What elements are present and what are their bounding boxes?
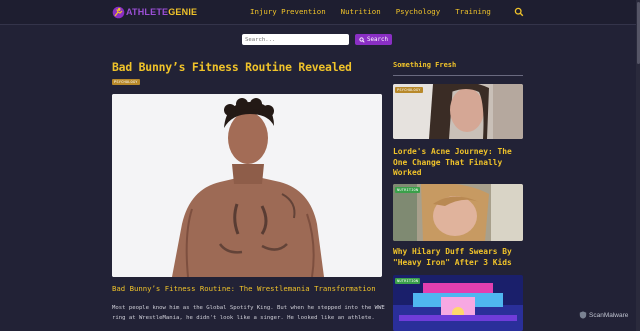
watermark-shield-icon (579, 311, 587, 319)
sidebar-card-title[interactable]: Lorde's Acne Journey: The One Change Tha… (393, 147, 528, 179)
search-icon[interactable] (514, 7, 524, 17)
article-title: Bad Bunny’s Fitness Routine Revealed (112, 60, 352, 74)
sidebar-title: Something Fresh (393, 61, 457, 69)
top-nav: ATHLETEGENIE Injury Prevention Nutrition… (0, 0, 640, 25)
article-subheading: Bad Bunny’s Fitness Routine: The Wrestle… (112, 284, 376, 293)
watermark: ScanMalware (579, 311, 628, 319)
nav-link-psychology[interactable]: Psychology (396, 7, 441, 16)
nav-link-nutrition[interactable]: Nutrition (341, 7, 381, 16)
article-category-badge[interactable]: PSYCHOLOGY (112, 79, 140, 85)
sidebar-card-title[interactable]: Why Hilary Duff Swears By "Heavy Iron" A… (393, 247, 528, 268)
page-scrollbar[interactable] (636, 0, 640, 331)
sidebar-card-image-concert[interactable]: NUTRITION (393, 275, 523, 331)
nav-link-injury-prevention[interactable]: Injury Prevention (250, 7, 326, 16)
sidebar-divider (393, 75, 523, 76)
watermark-text: ScanMalware (589, 311, 629, 319)
search-button-label: Search (367, 36, 388, 43)
main-menu: Injury Prevention Nutrition Psychology T… (250, 7, 506, 16)
search-button[interactable]: Search (355, 34, 392, 45)
sidebar-card-image-hilary-duff[interactable]: NUTRITION (393, 184, 523, 241)
nav-link-training[interactable]: Training (455, 7, 491, 16)
article-hero-image (112, 94, 382, 277)
site-logo[interactable]: ATHLETEGENIE (112, 4, 197, 20)
logo-text-genie: GENIE (168, 7, 198, 17)
sidebar-card-badge[interactable]: PSYCHOLOGY (395, 87, 423, 93)
sidebar-card-badge[interactable]: NUTRITION (395, 187, 421, 193)
search-input[interactable] (242, 34, 349, 45)
athlete-logo-icon (112, 6, 125, 18)
logo-text-athlete: ATHLETE (126, 7, 169, 17)
sidebar-card-image-lorde[interactable]: PSYCHOLOGY (393, 84, 523, 139)
article-body: Most people know him as the Global Spoti… (112, 305, 385, 321)
sidebar-card-badge[interactable]: NUTRITION (395, 278, 421, 284)
search-button-icon (359, 36, 365, 43)
